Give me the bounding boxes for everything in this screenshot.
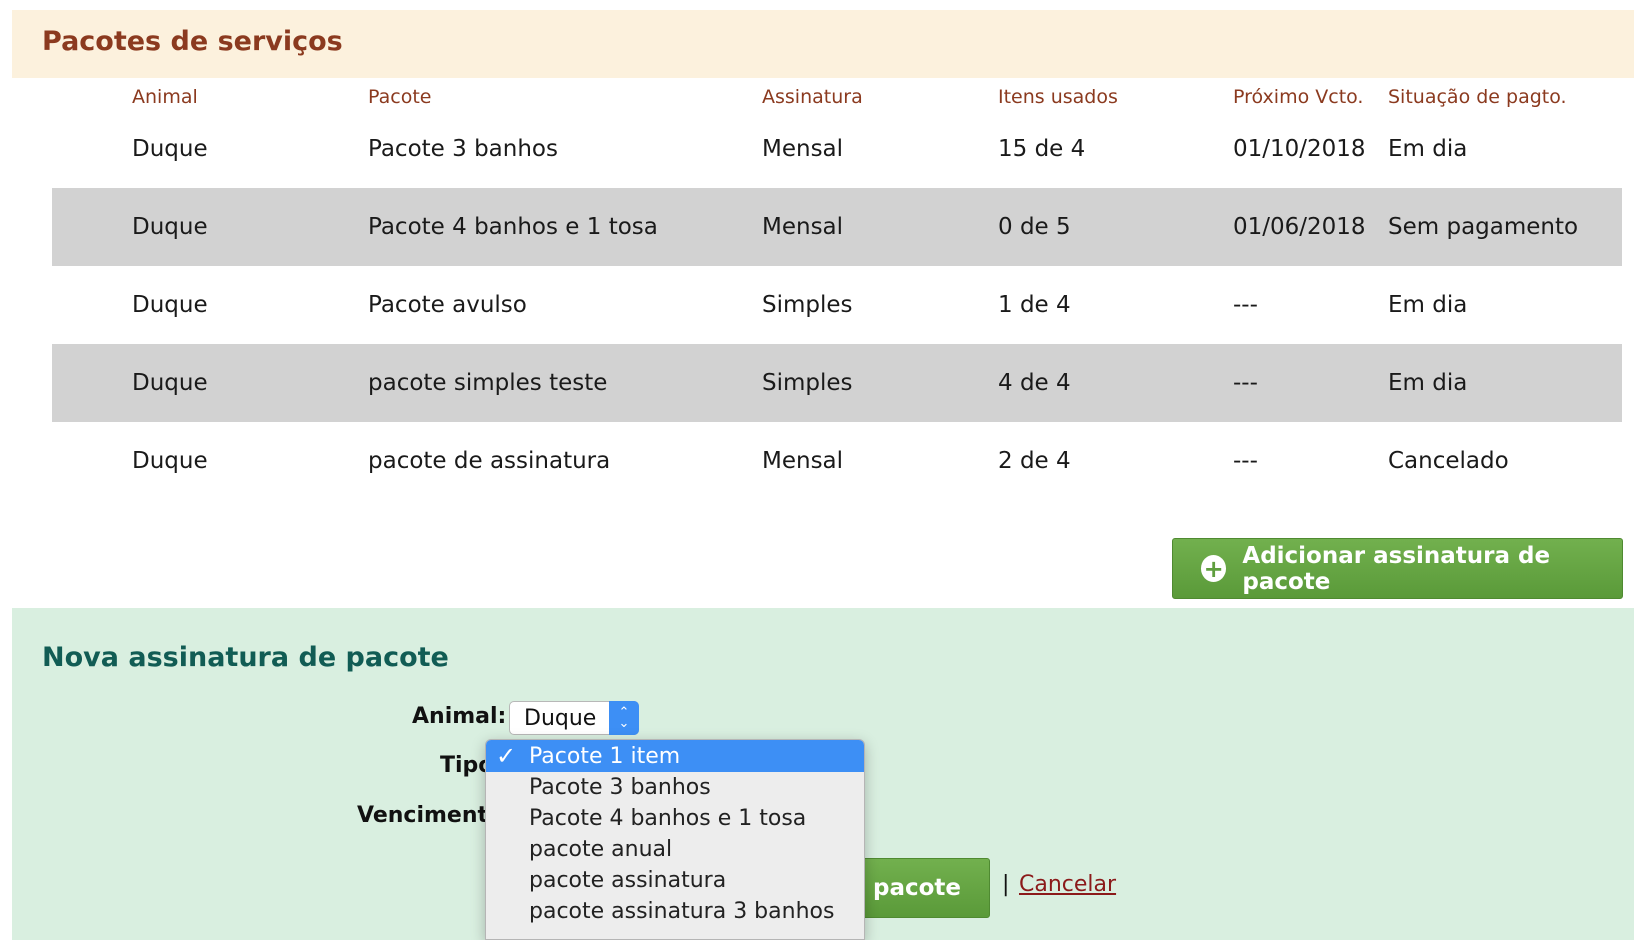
cell-situacao: Em dia — [1388, 136, 1468, 162]
cell-animal: Duque — [132, 448, 208, 474]
new-subscription-title: Nova assinatura de pacote — [42, 642, 449, 673]
tipo-dropdown-menu[interactable]: ✓ Pacote 1 item Pacote 3 banhos Pacote 4… — [485, 739, 865, 940]
add-subscription-button[interactable]: + Adicionar assinatura de pacote — [1172, 538, 1623, 599]
cell-situacao: Em dia — [1388, 370, 1468, 396]
updown-chevron-icon: ⌃ ⌄ — [609, 701, 639, 735]
cell-itens-usados: 15 de 4 — [998, 136, 1086, 162]
tipo-option[interactable]: pacote assinatura 3 banhos — [486, 895, 864, 927]
cell-animal: Duque — [132, 214, 208, 240]
tipo-option[interactable]: Pacote 4 banhos e 1 tosa — [486, 802, 864, 834]
plus-circle-icon: + — [1201, 555, 1227, 582]
tipo-option[interactable]: ✓ Pacote 1 item — [486, 740, 864, 772]
table-row: Duque Pacote 4 banhos e 1 tosa Mensal 0 … — [52, 188, 1622, 266]
cell-pacote: pacote simples teste — [368, 370, 608, 396]
tipo-option[interactable]: pacote anual — [486, 833, 864, 865]
cell-itens-usados: 0 de 5 — [998, 214, 1071, 240]
tipo-option-label: pacote assinatura — [529, 867, 727, 893]
animal-select[interactable]: Duque ⌃ ⌄ — [509, 701, 639, 735]
cancel-link[interactable]: Cancelar — [1019, 872, 1116, 897]
cell-animal: Duque — [132, 136, 208, 162]
tipo-option-label: pacote anual — [529, 836, 673, 862]
cell-pacote: Pacote 4 banhos e 1 tosa — [368, 214, 658, 240]
tipo-option-label: Pacote 4 banhos e 1 tosa — [529, 805, 807, 831]
cell-animal: Duque — [132, 292, 208, 318]
cell-pacote: Pacote avulso — [368, 292, 527, 318]
animal-label: Animal: — [412, 704, 507, 729]
tipo-option[interactable]: pacote assinatura — [486, 864, 864, 896]
cell-assinatura: Mensal — [762, 448, 844, 474]
cell-pacote: Pacote 3 banhos — [368, 136, 558, 162]
table-row: Duque Pacote 3 banhos Mensal 15 de 4 01/… — [52, 110, 1622, 188]
save-subscription-label: e pacote — [849, 875, 961, 901]
checkmark-icon: ✓ — [496, 742, 517, 770]
tipo-option-label: Pacote 1 item — [529, 743, 681, 769]
tipo-option-label: pacote assinatura 3 banhos — [529, 898, 835, 924]
cell-assinatura: Simples — [762, 292, 853, 318]
add-subscription-label: Adicionar assinatura de pacote — [1242, 542, 1551, 595]
cell-assinatura: Mensal — [762, 136, 844, 162]
table-row: Duque Pacote avulso Simples 1 de 4 --- E… — [52, 266, 1622, 344]
cell-assinatura: Simples — [762, 370, 853, 396]
cell-itens-usados: 1 de 4 — [998, 292, 1071, 318]
cell-proximo-vcto: 01/06/2018 — [1233, 214, 1366, 240]
tipo-option[interactable]: Pacote 3 banhos — [486, 771, 864, 803]
cell-animal: Duque — [132, 370, 208, 396]
cell-situacao: Cancelado — [1388, 448, 1509, 474]
cell-situacao: Sem pagamento — [1388, 214, 1579, 240]
vencimento-label: Vencimento — [357, 803, 504, 828]
services-panel-header: Pacotes de serviços — [12, 10, 1634, 78]
cell-proximo-vcto: --- — [1233, 448, 1258, 474]
tipo-option-label: Pacote 3 banhos — [529, 774, 711, 800]
cell-proximo-vcto: --- — [1233, 370, 1258, 396]
cell-assinatura: Mensal — [762, 214, 844, 240]
action-separator: | — [1002, 872, 1010, 897]
cell-itens-usados: 4 de 4 — [998, 370, 1071, 396]
cell-proximo-vcto: 01/10/2018 — [1233, 136, 1366, 162]
cell-situacao: Em dia — [1388, 292, 1468, 318]
services-title: Pacotes de serviços — [42, 26, 343, 57]
table-row: Duque pacote simples teste Simples 4 de … — [52, 344, 1622, 422]
cell-pacote: pacote de assinatura — [368, 448, 611, 474]
cell-proximo-vcto: --- — [1233, 292, 1258, 318]
cell-itens-usados: 2 de 4 — [998, 448, 1071, 474]
animal-select-value: Duque — [524, 705, 597, 731]
table-row: Duque pacote de assinatura Mensal 2 de 4… — [52, 422, 1622, 500]
